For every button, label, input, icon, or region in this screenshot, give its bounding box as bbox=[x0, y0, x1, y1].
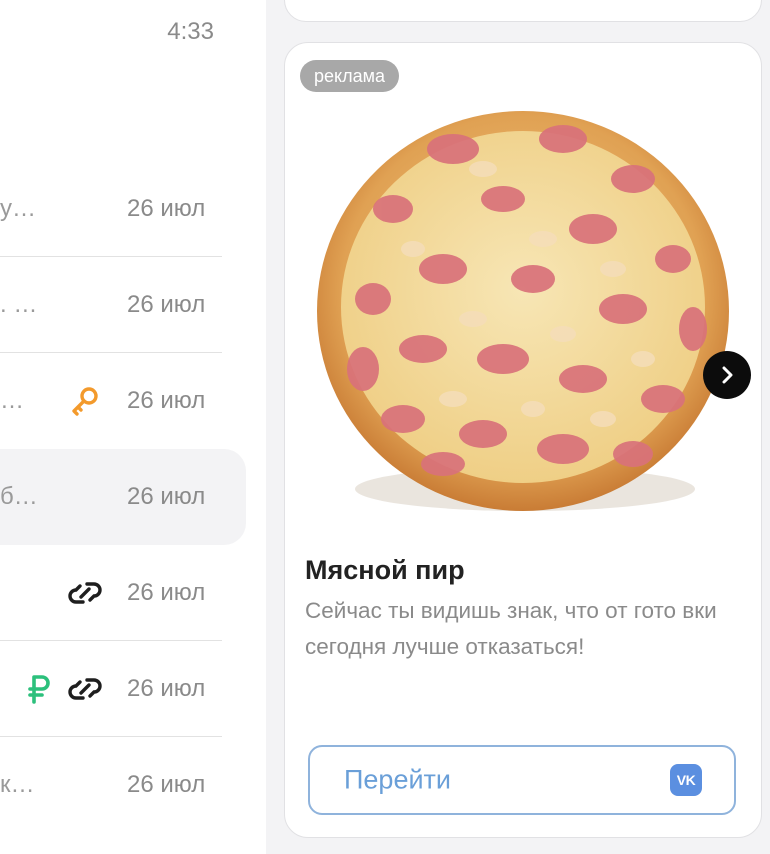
mail-row[interactable]: . … 26 июл bbox=[0, 257, 222, 353]
paperclip-icon bbox=[68, 672, 102, 706]
mail-row[interactable]: 26 июл bbox=[0, 641, 222, 737]
mail-row-selected[interactable]: б… 26 июл bbox=[0, 449, 246, 545]
next-image-button[interactable] bbox=[703, 351, 751, 399]
go-button[interactable]: Перейти VK bbox=[308, 745, 736, 815]
ad-card[interactable]: реклама Мясной пир Сейчас ты видишь знак… bbox=[284, 42, 762, 838]
mail-row[interactable]: … 26 июл bbox=[0, 353, 222, 449]
mail-row[interactable]: к… 26 июл bbox=[0, 737, 222, 833]
mail-snippet: … bbox=[0, 387, 24, 414]
mail-date: 26 июл bbox=[127, 291, 206, 318]
mail-list: 4:33 у… 26 июл . … 26 июл … 26 июл б… 26… bbox=[0, 0, 266, 854]
chevron-right-icon bbox=[722, 366, 733, 384]
mail-snippet: . … bbox=[0, 291, 38, 318]
ruble-icon bbox=[22, 672, 56, 706]
previous-card bbox=[284, 0, 762, 22]
pizza-image[interactable] bbox=[313, 79, 733, 539]
mail-date: 26 июл bbox=[127, 387, 206, 414]
ad-badge: реклама bbox=[300, 60, 399, 92]
ad-title: Мясной пир bbox=[305, 555, 465, 585]
mail-date: 26 июл bbox=[127, 675, 206, 702]
mail-date: 26 июл bbox=[127, 483, 206, 510]
go-button-label: Перейти bbox=[344, 764, 451, 795]
paperclip-icon bbox=[68, 576, 102, 610]
right-panel: реклама Мясной пир Сейчас ты видишь знак… bbox=[266, 0, 770, 854]
mail-row[interactable]: у… 26 июл bbox=[0, 161, 222, 257]
mail-date: 26 июл bbox=[127, 195, 206, 222]
mail-snippet: у… bbox=[0, 195, 36, 222]
mail-time: 4:33 bbox=[167, 18, 214, 45]
mail-snippet: б… bbox=[0, 483, 38, 510]
mail-date: 26 июл bbox=[127, 579, 206, 606]
mail-snippet: к… bbox=[0, 771, 35, 798]
mail-row[interactable]: 26 июл bbox=[0, 545, 222, 641]
vk-logo-icon: VK bbox=[670, 764, 702, 796]
mail-date: 26 июл bbox=[127, 771, 206, 798]
key-icon bbox=[68, 384, 102, 418]
ad-text: Сейчас ты видишь знак, что от гото вки с… bbox=[305, 598, 717, 659]
